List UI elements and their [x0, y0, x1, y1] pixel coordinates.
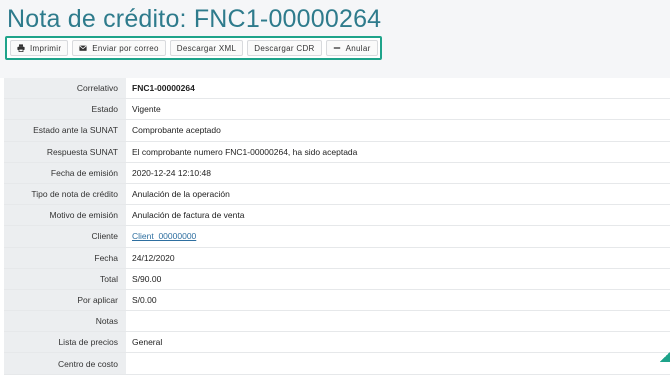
detail-value: Comprobante aceptado: [132, 125, 221, 136]
credit-note-details: Correlativo FNC1-00000264 Estado Vigente…: [4, 78, 670, 375]
page-title: Nota de crédito: FNC1-00000264: [7, 5, 382, 33]
detail-label: Total: [4, 268, 126, 289]
detail-label: Motivo de emisión: [4, 205, 126, 226]
download-xml-button-label: Descargar XML: [176, 43, 237, 53]
detail-label: Estado ante la SUNAT: [4, 120, 126, 141]
corner-decoration: [660, 352, 670, 362]
detail-label: Respuesta SUNAT: [4, 141, 126, 162]
detail-value: El comprobante numero FNC1-00000264, ha …: [132, 146, 358, 157]
download-cdr-button-label: Descargar CDR: [254, 43, 315, 53]
detail-value: S/0.00: [132, 294, 157, 305]
detail-label: Centro de costo: [4, 353, 126, 374]
detail-row-cliente: Cliente Client_00000000: [4, 226, 670, 248]
detail-row-total: Total S/90.00: [4, 268, 670, 290]
detail-value: Client_00000000: [126, 226, 670, 246]
detail-value: FNC1-00000264: [132, 83, 195, 94]
detail-label: Correlativo: [4, 78, 126, 99]
detail-label: Notas: [4, 311, 126, 332]
detail-row-correlativo: Correlativo FNC1-00000264: [4, 78, 670, 100]
detail-row-notas: Notas: [4, 311, 670, 333]
detail-label: Por aplicar: [4, 289, 126, 311]
download-xml-button[interactable]: Descargar XML: [169, 40, 244, 56]
print-icon: [17, 44, 25, 52]
detail-value: [126, 353, 670, 373]
detail-row-tipo-nota: Tipo de nota de crédito Anulación de la …: [4, 183, 670, 206]
minus-icon: [333, 44, 341, 52]
action-toolbar: Imprimir Enviar por correo Descargar XML…: [5, 36, 382, 60]
detail-label: Fecha: [4, 247, 126, 268]
detail-label: Estado: [4, 99, 126, 120]
detail-value: [126, 311, 670, 331]
cancel-document-button-label: Anular: [345, 43, 371, 53]
detail-row-respuesta-sunat: Respuesta SUNAT El comprobante numero FN…: [4, 141, 670, 163]
detail-row-motivo: Motivo de emisión Anulación de factura d…: [4, 205, 670, 227]
detail-value: Vigente: [132, 104, 161, 115]
detail-row-lista-precios: Lista de precios General: [4, 332, 670, 354]
detail-value: Anulación de factura de venta: [132, 210, 245, 221]
cancel-document-button[interactable]: Anular: [325, 40, 378, 56]
detail-value: General: [132, 337, 163, 348]
detail-row-estado: Estado Vigente: [4, 99, 670, 121]
detail-row-fecha-emision: Fecha de emisión 2020-12-24 12:10:48: [4, 162, 670, 184]
send-email-button-label: Enviar por correo: [92, 43, 159, 53]
print-button[interactable]: Imprimir: [10, 40, 69, 56]
download-cdr-button[interactable]: Descargar CDR: [247, 40, 322, 56]
detail-label: Cliente: [4, 226, 126, 247]
detail-row-estado-sunat: Estado ante la SUNAT Comprobante aceptad…: [4, 120, 670, 142]
detail-label: Fecha de emisión: [4, 162, 126, 183]
detail-row-por-aplicar: Por aplicar S/0.00: [4, 289, 670, 312]
envelope-icon: [79, 44, 87, 52]
page-header: Nota de crédito: FNC1-00000264 Imprimir …: [0, 0, 670, 78]
detail-value: 2020-12-24 12:10:48: [132, 167, 211, 178]
client-link[interactable]: Client_00000000: [132, 231, 196, 241]
detail-label: Lista de precios: [4, 332, 126, 353]
detail-row-fecha: Fecha 24/12/2020: [4, 247, 670, 269]
send-email-button[interactable]: Enviar por correo: [72, 40, 166, 56]
detail-value: S/90.00: [132, 273, 162, 284]
print-button-label: Imprimir: [30, 43, 62, 53]
detail-value: 24/12/2020: [132, 252, 175, 263]
detail-label: Tipo de nota de crédito: [4, 183, 126, 205]
detail-value: Anulación de la operación: [132, 189, 230, 200]
detail-row-centro-costo: Centro de costo: [4, 353, 670, 375]
